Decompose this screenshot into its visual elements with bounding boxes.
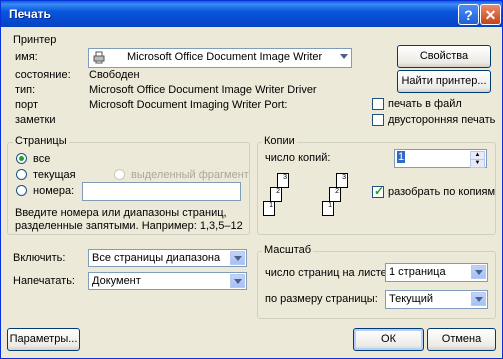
printer-port-value: Microsoft Document Imaging Writer Port: xyxy=(89,99,288,111)
collate-page: 3 xyxy=(336,173,348,188)
pages-per-sheet-value: 1 страница xyxy=(389,266,446,278)
printer-notes-label: заметки xyxy=(15,114,56,126)
pages-numbers-input[interactable] xyxy=(82,182,241,201)
print-what-label: Включить: xyxy=(13,252,66,264)
chevron-down-icon[interactable] xyxy=(471,292,486,306)
collate-illustration-icon: 3 2 1 3 2 1 xyxy=(263,173,363,228)
options-button[interactable]: Параметры... xyxy=(7,328,80,351)
pages-numbers-radio[interactable] xyxy=(16,185,27,196)
scale-select[interactable]: Текущий xyxy=(385,290,488,309)
collate-page: 2 xyxy=(329,187,341,202)
chevron-down-icon[interactable] xyxy=(471,265,486,279)
print-to-file-label: печать в файл xyxy=(388,98,462,110)
pages-hint-line1: Введите номера или диапазоны страниц, xyxy=(15,207,227,219)
pages-selection-label: выделенный фрагмент xyxy=(131,169,249,181)
printer-port-label: порт xyxy=(15,99,38,111)
pages-legend: Страницы xyxy=(13,135,69,147)
pages-numbers-label: номера: xyxy=(33,185,75,197)
printer-type-value: Microsoft Office Document Image Writer D… xyxy=(89,84,317,96)
collate-page: 1 xyxy=(322,201,334,216)
printer-icon xyxy=(92,51,106,64)
help-button[interactable]: ? xyxy=(458,4,479,25)
close-button[interactable]: ✕ xyxy=(480,4,501,25)
copies-count-value: 1 xyxy=(397,151,406,163)
pages-current-label: текущая xyxy=(33,169,76,181)
cancel-button[interactable]: Отмена xyxy=(427,328,496,351)
properties-button[interactable]: Свойства xyxy=(397,45,491,68)
printer-status-value: Свободен xyxy=(89,69,140,81)
duplex-checkbox[interactable] xyxy=(372,114,384,126)
copies-count-label: число копий: xyxy=(265,152,331,164)
scale-value: Текущий xyxy=(389,293,433,305)
copies-count-spinner[interactable]: 1 ▲ ▼ xyxy=(394,149,487,168)
collate-page: 3 xyxy=(277,173,289,188)
pages-all-label: все xyxy=(33,153,51,165)
printer-status-label: состояние: xyxy=(15,69,71,81)
spin-down-icon[interactable]: ▼ xyxy=(470,159,485,168)
ok-button[interactable]: ОК xyxy=(353,328,424,351)
print-to-file-checkbox[interactable] xyxy=(372,98,384,110)
find-printer-button[interactable]: Найти принтер... xyxy=(397,70,491,93)
printer-name-label: имя: xyxy=(15,51,38,63)
collate-checkbox[interactable] xyxy=(372,184,384,198)
zoom-legend: Масштаб xyxy=(262,244,314,256)
pages-current-radio[interactable] xyxy=(16,169,27,180)
window-title: Печать xyxy=(9,7,51,21)
collate-page: 1 xyxy=(263,201,275,216)
pages-all-radio[interactable] xyxy=(16,153,27,164)
printer-type-label: тип: xyxy=(15,84,36,96)
printer-name-value: Microsoft Office Document Image Writer xyxy=(127,51,323,63)
pages-hint-line2: разделенные запятыми. Например: 1,3,5–12 xyxy=(15,220,243,232)
title-bar[interactable]: Печать ? ✕ xyxy=(1,1,502,27)
pages-per-sheet-label: число страниц на листе: xyxy=(265,267,390,279)
printer-legend: Принтер xyxy=(13,34,57,46)
duplex-label: двусторонняя печать xyxy=(388,114,496,126)
chevron-down-icon[interactable] xyxy=(230,251,245,265)
pages-per-sheet-select[interactable]: 1 страница xyxy=(385,263,488,282)
chevron-down-icon[interactable] xyxy=(337,50,350,66)
collate-label: разобрать по копиям xyxy=(388,186,496,198)
scale-label: по размеру страницы: xyxy=(265,293,378,305)
print-what-value: Все страницы диапазона xyxy=(92,252,221,264)
pages-selection-radio xyxy=(114,169,125,180)
chevron-down-icon[interactable] xyxy=(230,274,245,288)
print-item-label: Напечатать: xyxy=(13,275,75,287)
print-dialog: Печать ? ✕ Принтер имя: Microsoft Office… xyxy=(0,0,503,359)
print-what-select[interactable]: Все страницы диапазона xyxy=(88,249,247,267)
collate-page: 2 xyxy=(270,187,282,202)
printer-name-select[interactable]: Microsoft Office Document Image Writer xyxy=(88,48,352,68)
print-item-select[interactable]: Документ xyxy=(88,272,247,290)
print-item-value: Документ xyxy=(92,275,141,287)
copies-legend: Копии xyxy=(262,135,297,147)
